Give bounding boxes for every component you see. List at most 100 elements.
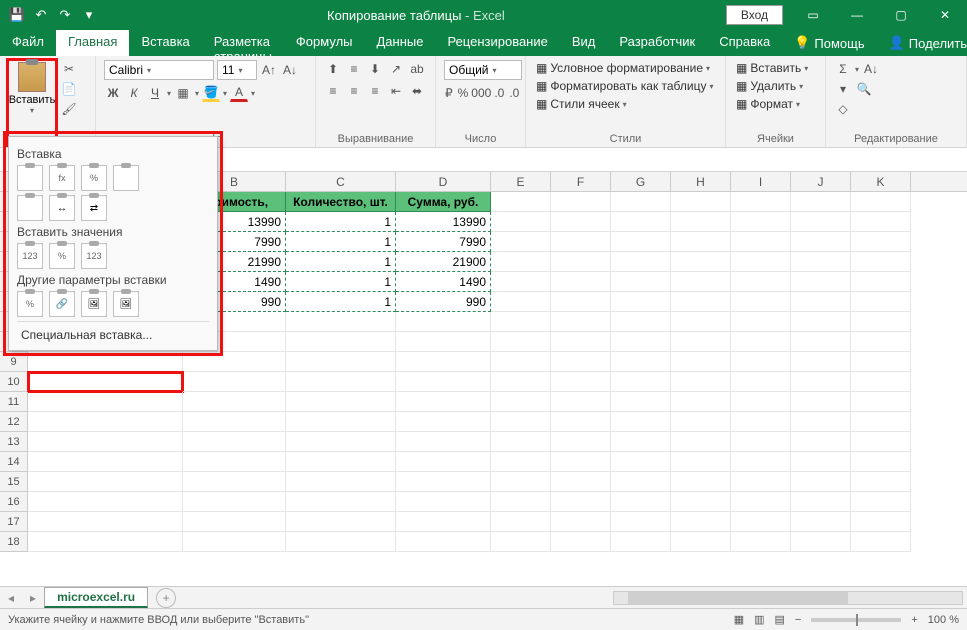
bold-button[interactable]: Ж [104,84,122,102]
cell[interactable] [183,472,286,492]
font-color-icon[interactable]: A [230,84,248,102]
cell[interactable] [183,392,286,412]
cell[interactable] [396,452,491,472]
cell[interactable] [551,192,611,212]
cell[interactable] [551,232,611,252]
cell[interactable]: Сумма, руб. [396,192,491,212]
cell[interactable] [611,192,671,212]
cell[interactable] [731,472,791,492]
cell[interactable] [551,372,611,392]
fill-icon[interactable]: ▾ [834,80,852,98]
row-header[interactable]: 14 [0,452,28,472]
cell[interactable] [551,312,611,332]
cell[interactable] [183,492,286,512]
tab-developer[interactable]: Разработчик [607,30,707,56]
col-header[interactable]: K [851,172,911,191]
cell[interactable] [791,532,851,552]
wrap-text-icon[interactable]: ab [408,60,426,78]
cell[interactable] [551,212,611,232]
share-button[interactable]: 👤Поделиться [877,30,967,56]
zoom-in-icon[interactable]: + [911,614,917,626]
row-header[interactable]: 9 [0,352,28,372]
cell[interactable] [611,512,671,532]
comma-icon[interactable]: 000 [472,84,490,102]
close-icon[interactable]: ✕ [923,0,967,30]
cell[interactable] [611,472,671,492]
cell[interactable]: 990 [396,292,491,312]
paste-values-format-icon[interactable]: 123 [81,243,107,269]
font-size-select[interactable]: 11▾ [217,60,257,80]
col-header[interactable]: H [671,172,731,191]
qat-more-icon[interactable]: ▾ [80,6,98,24]
cell[interactable] [731,352,791,372]
cell[interactable] [731,532,791,552]
cell[interactable] [183,532,286,552]
sheet-nav-next-icon[interactable]: ▸ [22,591,44,605]
cell[interactable] [183,372,286,392]
cell[interactable] [396,512,491,532]
cell[interactable]: 1 [286,232,396,252]
cell[interactable]: Количество, шт. [286,192,396,212]
horizontal-scrollbar[interactable] [613,591,963,605]
decrease-decimal-icon[interactable]: .0 [508,84,520,102]
col-header[interactable]: F [551,172,611,191]
cell[interactable] [491,352,551,372]
cell[interactable] [611,212,671,232]
cell[interactable]: 1490 [396,272,491,292]
clear-icon[interactable]: ◇ [834,100,852,118]
cell[interactable] [731,452,791,472]
cell[interactable] [791,312,851,332]
cell[interactable] [396,432,491,452]
cell[interactable] [791,252,851,272]
cell[interactable] [183,352,286,372]
cell[interactable] [28,472,183,492]
paste-no-borders-icon[interactable] [17,195,43,221]
paste-picture-icon[interactable]: 🖼 [81,291,107,317]
merge-icon[interactable]: ⬌ [408,82,426,100]
cell[interactable] [286,452,396,472]
cell[interactable] [551,332,611,352]
cell[interactable] [611,232,671,252]
cell[interactable] [791,492,851,512]
row-header[interactable]: 12 [0,412,28,432]
cell[interactable] [28,532,183,552]
row-header[interactable]: 18 [0,532,28,552]
conditional-format-button[interactable]: ▦Условное форматирование▾ [534,60,717,76]
underline-button[interactable]: Ч [146,84,164,102]
cell[interactable] [671,212,731,232]
cell[interactable] [286,332,396,352]
cell[interactable] [851,392,911,412]
cell[interactable] [28,492,183,512]
cell[interactable] [183,432,286,452]
cell[interactable] [611,492,671,512]
cell[interactable] [183,412,286,432]
cell[interactable] [731,512,791,532]
cell[interactable] [851,412,911,432]
fill-color-icon[interactable]: 🪣 [202,84,220,102]
cell[interactable] [671,272,731,292]
format-cells-button[interactable]: ▦Формат▾ [734,96,817,112]
paste-formatting-icon[interactable]: % [17,291,43,317]
autosum-icon[interactable]: Σ [834,60,852,78]
cell[interactable] [791,392,851,412]
insert-cells-button[interactable]: ▦Вставить▾ [734,60,817,76]
save-icon[interactable]: 💾 [8,6,26,24]
cell[interactable] [791,232,851,252]
cell[interactable] [671,452,731,472]
cell[interactable] [491,212,551,232]
cell[interactable] [28,512,183,532]
view-break-icon[interactable]: ▤ [775,613,785,626]
cell[interactable] [396,312,491,332]
cell[interactable] [731,272,791,292]
cell[interactable] [791,472,851,492]
copy-icon[interactable]: 📄 [60,80,78,98]
cell[interactable] [731,192,791,212]
cell[interactable] [851,292,911,312]
cell[interactable] [851,532,911,552]
cell[interactable] [851,212,911,232]
cell[interactable] [551,392,611,412]
zoom-slider[interactable] [811,618,901,622]
cell[interactable] [791,452,851,472]
tab-formulas[interactable]: Формулы [284,30,365,56]
cell[interactable] [851,472,911,492]
